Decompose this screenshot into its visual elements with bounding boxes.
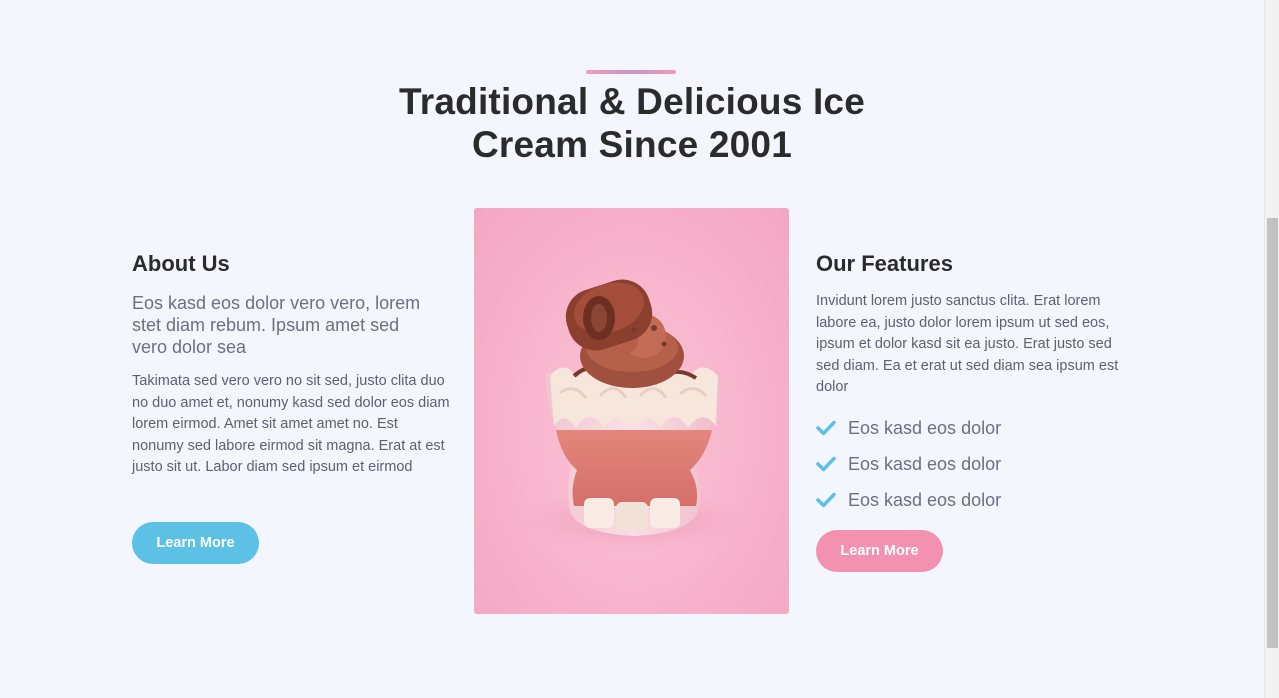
scrollbar-thumb[interactable] [1267,218,1278,648]
about-lead-text: Eos kasd eos dolor vero vero, lorem stet… [132,293,421,357]
feature-item-label: Eos kasd eos dolor [848,489,1002,510]
check-icon [816,456,836,472]
about-learn-more-button[interactable]: Learn More [132,522,259,564]
ice-cream-illustration [522,279,746,550]
title-accent-bar [586,70,676,74]
vertical-scrollbar[interactable] [1264,0,1279,698]
ice-cream-image [474,208,789,614]
feature-list: Eos kasd eos dolor Eos kasd eos dolor Eo… [816,410,1001,518]
feature-item: Eos kasd eos dolor [816,482,1001,518]
section-title: Traditional & Delicious Ice Cream Since … [330,80,934,166]
feature-item: Eos kasd eos dolor [816,410,1001,446]
feature-item: Eos kasd eos dolor [816,446,1001,482]
features-body-text: Invidunt lorem justo sanctus clita. Erat… [816,293,1119,396]
check-icon [816,420,836,436]
features-heading: Our Features [816,251,953,276]
features-learn-more-button[interactable]: Learn More [816,530,943,572]
section-title-line-2: Cream Since 2001 [472,124,792,165]
about-heading: About Us [132,251,230,276]
feature-item-label: Eos kasd eos dolor [848,417,1002,438]
about-body-text: Takimata sed vero vero no sit sed, justo… [132,373,450,476]
section-title-line-1: Traditional & Delicious Ice [399,81,865,122]
check-icon [816,492,836,508]
about-section: Traditional & Delicious Ice Cream Since … [0,0,1264,698]
feature-item-label: Eos kasd eos dolor [848,453,1002,474]
